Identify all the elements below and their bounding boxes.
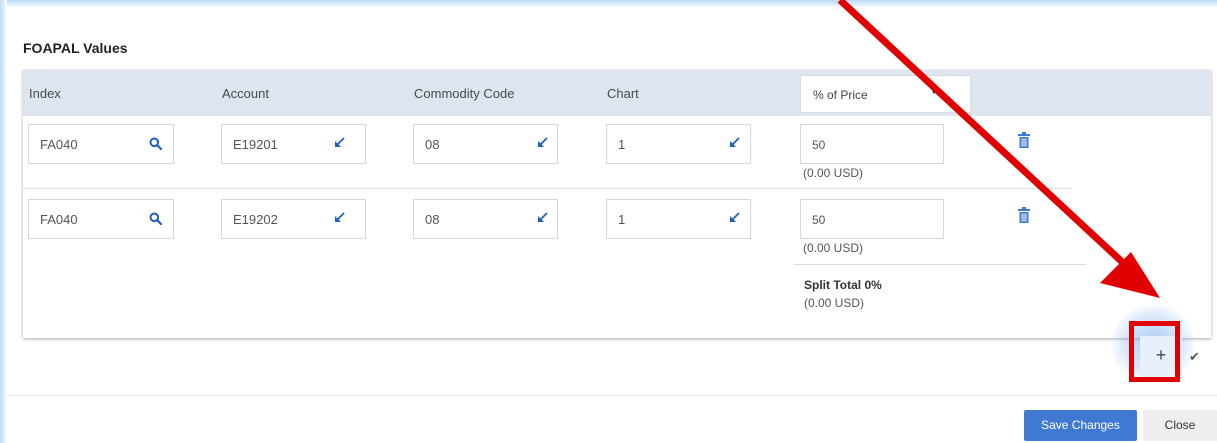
close-button[interactable]: Close [1143, 410, 1217, 441]
annotation-arrow [837, 0, 1160, 298]
save-changes-button[interactable]: Save Changes [1024, 410, 1137, 441]
annotation-highlight-box [1129, 321, 1180, 382]
footer-divider [7, 395, 1217, 396]
check-icon[interactable]: ✔ [1189, 349, 1200, 365]
